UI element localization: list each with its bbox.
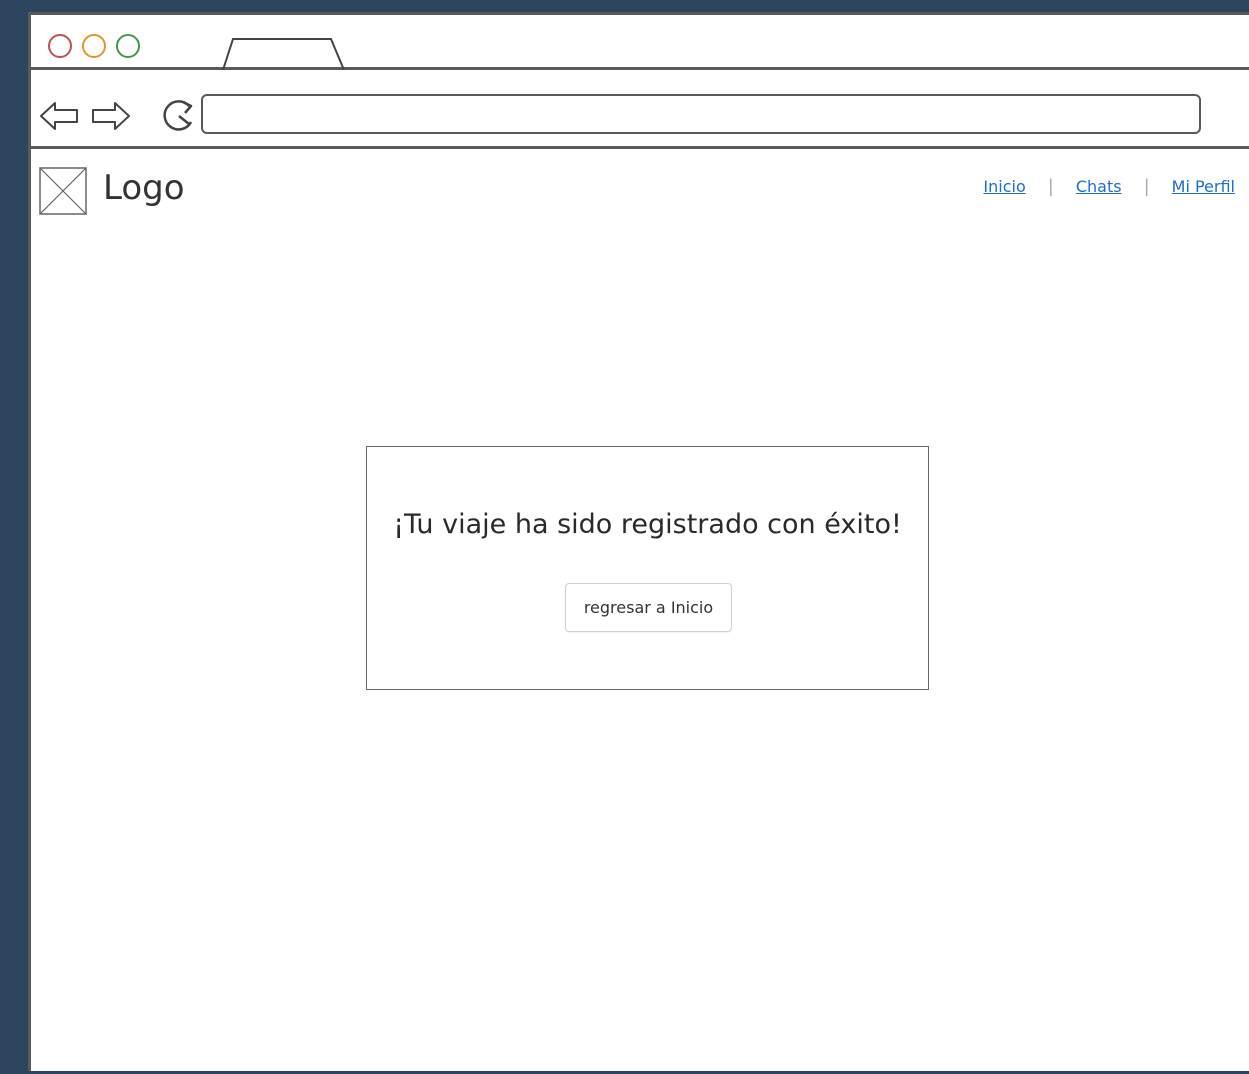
- top-navigation: Inicio | Chats | Mi Perfil: [983, 176, 1235, 197]
- minimize-window-button[interactable]: [82, 34, 106, 58]
- browser-window: Logo Inicio | Chats | Mi Perfil ¡Tu viaj…: [28, 12, 1249, 1071]
- nav-link-inicio[interactable]: Inicio: [983, 177, 1025, 196]
- logo-image-placeholder-icon: [39, 167, 87, 215]
- maximize-window-button[interactable]: [116, 34, 140, 58]
- nav-separator: |: [1143, 176, 1150, 197]
- nav-link-chats[interactable]: Chats: [1076, 177, 1122, 196]
- logo-text: Logo: [103, 168, 185, 208]
- forward-arrow-icon[interactable]: [91, 98, 131, 134]
- return-home-button[interactable]: regresar a Inicio: [565, 583, 732, 632]
- reload-icon[interactable]: [159, 96, 199, 136]
- browser-tab[interactable]: [221, 37, 347, 70]
- browser-toolbar: [31, 70, 1249, 149]
- close-window-button[interactable]: [48, 34, 72, 58]
- title-bar: [31, 15, 1249, 70]
- nav-separator: |: [1047, 176, 1054, 197]
- page-content: Logo Inicio | Chats | Mi Perfil ¡Tu viaj…: [31, 152, 1249, 1074]
- address-bar[interactable]: [201, 94, 1201, 134]
- success-dialog: ¡Tu viaje ha sido registrado con éxito! …: [366, 446, 929, 690]
- back-arrow-icon[interactable]: [39, 98, 79, 134]
- nav-link-mi-perfil[interactable]: Mi Perfil: [1172, 177, 1235, 196]
- success-message: ¡Tu viaje ha sido registrado con éxito!: [393, 509, 902, 540]
